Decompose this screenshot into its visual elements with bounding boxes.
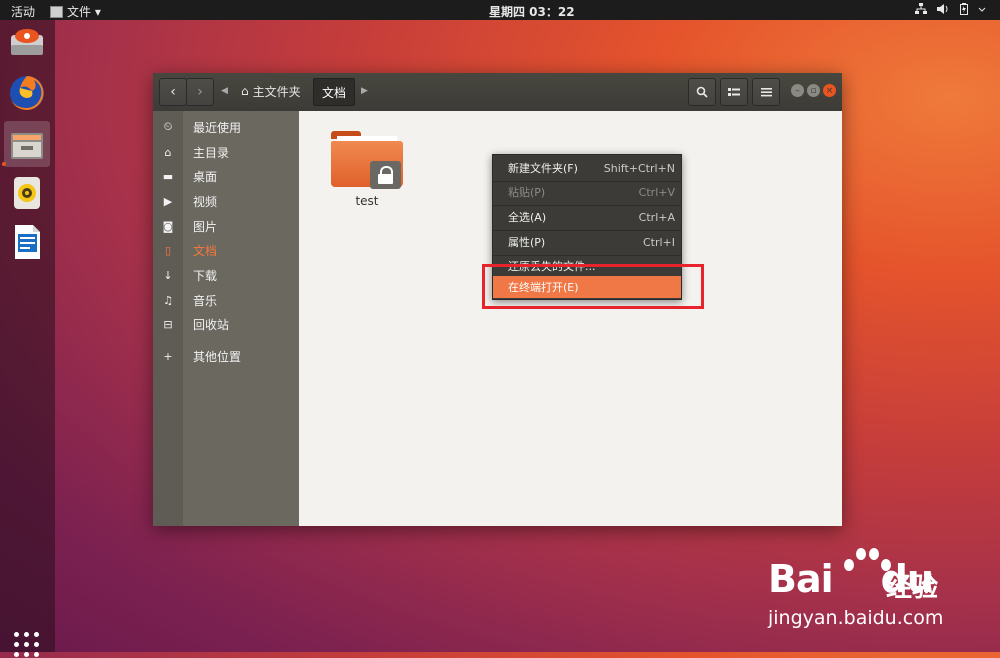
- baidu-watermark: Bai du 经验 jingyan.baidu.com: [768, 545, 988, 635]
- menu-item-new-folder[interactable]: 新建文件夹(F) Shift+Ctrl+N: [493, 156, 681, 180]
- sidebar-item-label: 视频: [193, 194, 218, 209]
- battery-icon[interactable]: [960, 3, 968, 18]
- menu-item-paste[interactable]: 粘贴(P) Ctrl+V: [493, 180, 681, 204]
- volume-icon[interactable]: [937, 3, 950, 18]
- top-bar: 活动 文件 ▾ 星期四 03：22: [0, 0, 1000, 20]
- menu-item-select-all[interactable]: 全选(A) Ctrl+A: [493, 205, 681, 229]
- close-icon[interactable]: ×: [823, 84, 836, 97]
- sidebar-item-pictures[interactable]: ◙ 图片: [153, 215, 299, 237]
- sidebar-item-label: 文档: [193, 243, 218, 258]
- download-icon: ↓: [163, 268, 173, 282]
- list-view-icon: [728, 88, 740, 96]
- menu-item-label: 全选(A): [508, 211, 547, 224]
- sidebar-item-music[interactable]: ♫ 音乐: [153, 289, 299, 311]
- files-app-icon: [50, 5, 63, 18]
- home-icon: ⌂: [241, 84, 249, 98]
- menu-item-accel: Ctrl+V: [638, 185, 675, 199]
- power-menu-icon[interactable]: [978, 3, 986, 18]
- home-icon: ⌂: [164, 145, 172, 159]
- lock-icon: [370, 161, 401, 189]
- header-bar: ‹ › ◀ ⌂ 主文件夹 文档 ▶ – ▫ ×: [153, 73, 842, 112]
- sidebar-item-label: 主目录: [193, 145, 230, 160]
- sidebar-item-recent[interactable]: ⏲ 最近使用: [153, 116, 299, 138]
- activities-button[interactable]: 活动: [11, 3, 35, 20]
- firefox-icon[interactable]: [7, 73, 47, 113]
- sidebar-item-label: 回收站: [193, 317, 230, 332]
- camera-icon: ◙: [162, 219, 174, 233]
- back-button[interactable]: ‹: [159, 78, 187, 106]
- sidebar-item-documents[interactable]: ▯ 文档: [153, 239, 299, 261]
- breadcrumb-scroll-left[interactable]: ◀: [221, 78, 228, 104]
- menu-button[interactable]: [752, 78, 780, 106]
- sidebar: ⏲ 最近使用 ⌂ 主目录 ▬ 桌面 ▶ 视频 ◙ 图片 ▯ 文档 ↓ 下载 ♫: [153, 111, 299, 526]
- music-icon: ♫: [163, 293, 173, 307]
- forward-button[interactable]: ›: [186, 78, 214, 106]
- clock-icon: ⏲: [163, 120, 173, 133]
- highlight-box: [482, 264, 704, 309]
- sidebar-item-label: 桌面: [193, 169, 218, 184]
- system-tray[interactable]: [915, 3, 986, 18]
- folder-name: test: [355, 194, 379, 208]
- sidebar-item-home[interactable]: ⌂ 主目录: [153, 141, 299, 163]
- search-button[interactable]: [688, 78, 716, 106]
- menu-item-label: 属性(P): [508, 236, 546, 249]
- menu-item-accel: Ctrl+A: [638, 210, 675, 224]
- breadcrumb-scroll-right[interactable]: ▶: [361, 78, 368, 104]
- sidebar-item-trash[interactable]: ⊟ 回收站: [153, 313, 299, 335]
- plus-icon: +: [163, 349, 173, 363]
- sidebar-item-label: 下载: [193, 268, 218, 283]
- sidebar-item-downloads[interactable]: ↓ 下载: [153, 264, 299, 286]
- sidebar-item-label: 最近使用: [193, 120, 242, 135]
- libreoffice-writer-icon[interactable]: [7, 222, 47, 262]
- watermark-brand-cn: 经验: [886, 573, 939, 603]
- folder-icon: ▬: [162, 169, 174, 183]
- watermark-url: jingyan.baidu.com: [768, 607, 944, 629]
- rhythmbox-icon[interactable]: [7, 173, 47, 213]
- clock[interactable]: 星期四 03：22: [489, 3, 575, 20]
- chevron-right-icon: ›: [197, 84, 203, 100]
- menu-item-accel: Shift+Ctrl+N: [603, 161, 675, 175]
- search-icon: [696, 86, 708, 98]
- dock: [0, 20, 55, 657]
- sidebar-item-label: 图片: [193, 219, 218, 234]
- maximize-icon[interactable]: ▫: [807, 84, 820, 97]
- breadcrumb-home-label: 主文件夹: [252, 84, 301, 99]
- video-icon: ▶: [163, 194, 173, 208]
- sidebar-item-videos[interactable]: ▶ 视频: [153, 190, 299, 212]
- apps-grid-icon[interactable]: [14, 632, 40, 658]
- sidebar-item-label: 音乐: [193, 293, 218, 308]
- hamburger-icon: [760, 88, 772, 97]
- sidebar-item-desktop[interactable]: ▬ 桌面: [153, 165, 299, 187]
- breadcrumb-home[interactable]: ⌂ 主文件夹: [235, 78, 321, 104]
- menu-item-label: 粘贴(P): [508, 186, 546, 199]
- app-menu[interactable]: 文件 ▾: [50, 3, 101, 20]
- view-mode-button[interactable]: [720, 78, 748, 106]
- menu-item-properties[interactable]: 属性(P) Ctrl+I: [493, 230, 681, 254]
- minimize-icon[interactable]: –: [791, 84, 804, 97]
- files-icon[interactable]: [4, 121, 50, 167]
- app-menu-label: 文件 ▾: [67, 5, 101, 19]
- trash-icon: ⊟: [163, 317, 173, 331]
- menu-item-label: 新建文件夹(F): [508, 162, 578, 175]
- breadcrumb-current[interactable]: 文档: [313, 78, 355, 106]
- sidebar-item-other-locations[interactable]: + 其他位置: [153, 345, 299, 367]
- running-indicator: [2, 162, 6, 166]
- install-disc-icon[interactable]: [7, 22, 47, 62]
- chevron-left-icon: ‹: [170, 84, 176, 100]
- menu-item-accel: Ctrl+I: [642, 235, 675, 249]
- network-icon[interactable]: [915, 3, 927, 18]
- document-icon: ▯: [164, 243, 172, 257]
- sidebar-item-label: 其他位置: [193, 349, 242, 364]
